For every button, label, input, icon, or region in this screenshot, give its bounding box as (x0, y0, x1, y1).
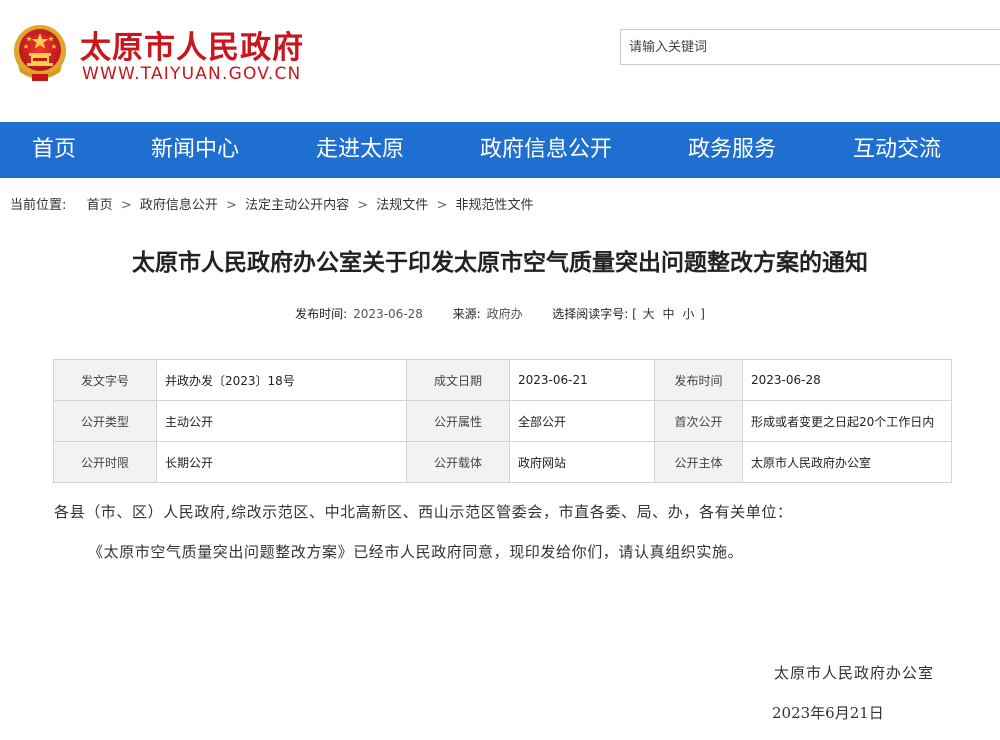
site-header: 太原市人民政府 WWW.TAIYUAN.GOV.CN (0, 0, 1000, 122)
search-input[interactable] (629, 30, 989, 64)
info-value-disclosure-attr: 全部公开 (509, 400, 655, 442)
breadcrumb-separator: > (357, 198, 369, 213)
national-emblem-icon (14, 25, 66, 81)
search-box (620, 29, 1000, 65)
info-label-disclosure-attr: 公开属性 (406, 400, 510, 442)
source-value: 政府办 (486, 307, 523, 321)
info-label-disclosure-period: 公开时限 (53, 441, 157, 483)
font-size-bracket-close: ] (700, 307, 705, 321)
info-label-doc-number: 发文字号 (53, 359, 157, 401)
breadcrumb-item-gov-info[interactable]: 政府信息公开 (140, 198, 218, 213)
site-domain[interactable]: WWW.TAIYUAN.GOV.CN (82, 64, 301, 84)
info-value-first-disclosure: 形成或者变更之日起20个工作日内 (742, 400, 952, 442)
article-title: 太原市人民政府办公室关于印发太原市空气质量突出问题整改方案的通知 (132, 250, 868, 276)
info-label-written-date: 成文日期 (406, 359, 510, 401)
table-row: 公开类型 主动公开 公开属性 全部公开 首次公开 形成或者变更之日起20个工作日… (53, 400, 952, 442)
breadcrumb-item-non-normative[interactable]: 非规范性文件 (455, 198, 533, 213)
font-size-medium-button[interactable]: 中 (663, 307, 675, 321)
font-size-small-button[interactable]: 小 (682, 307, 694, 321)
info-value-disclosure-type: 主动公开 (156, 400, 407, 442)
source-label: 来源: (452, 307, 481, 321)
info-label-first-disclosure: 首次公开 (654, 400, 743, 442)
article-date: 2023年6月21日 (772, 704, 884, 722)
main-nav: 首页 新闻中心 走进太原 政府信息公开 政务服务 互动交流 (0, 122, 1000, 178)
font-size-label: 选择阅读字号: (552, 307, 629, 321)
breadcrumb-item-statutory[interactable]: 法定主动公开内容 (245, 198, 349, 213)
nav-item-home[interactable]: 首页 (32, 122, 76, 178)
breadcrumb-item-regulations[interactable]: 法规文件 (376, 198, 428, 213)
breadcrumb-separator: > (226, 198, 237, 213)
nav-item-interaction[interactable]: 互动交流 (853, 122, 941, 178)
table-row: 公开时限 长期公开 公开载体 政府网站 公开主体 太原市人民政府办公室 (53, 441, 952, 483)
info-value-publish-date: 2023-06-28 (742, 359, 952, 401)
article-paragraph: 《太原市空气质量突出问题整改方案》已经市人民政府同意，现印发给你们，请认真组织实… (88, 543, 744, 561)
article-salutation: 各县（市、区）人民政府,综改示范区、中北高新区、西山示范区管委会，市直各委、局、… (54, 503, 793, 521)
nav-item-services[interactable]: 政务服务 (688, 122, 776, 178)
document-info-table: 发文字号 并政办发〔2023〕18号 成文日期 2023-06-21 发布时间 … (53, 359, 952, 483)
info-label-disclosure-carrier: 公开载体 (406, 441, 510, 483)
info-label-disclosure-type: 公开类型 (53, 400, 157, 442)
table-row: 发文字号 并政办发〔2023〕18号 成文日期 2023-06-21 发布时间 … (53, 359, 952, 401)
nav-item-news[interactable]: 新闻中心 (151, 122, 239, 178)
breadcrumb-separator: > (436, 198, 448, 213)
info-label-publish-date: 发布时间 (654, 359, 743, 401)
info-label-disclosure-subject: 公开主体 (654, 441, 743, 483)
publish-time-label: 发布时间: (295, 307, 348, 321)
publish-time-value: 2023-06-28 (353, 307, 423, 321)
site-title[interactable]: 太原市人民政府 (80, 22, 304, 67)
nav-item-gov-info[interactable]: 政府信息公开 (480, 122, 612, 178)
font-size-bracket-open: [ (632, 307, 637, 321)
font-size-large-button[interactable]: 大 (643, 307, 655, 321)
breadcrumb-item-home[interactable]: 首页 (87, 198, 113, 213)
info-value-disclosure-subject: 太原市人民政府办公室 (742, 441, 952, 483)
info-value-written-date: 2023-06-21 (509, 359, 655, 401)
info-value-disclosure-carrier: 政府网站 (509, 441, 655, 483)
article-signature: 太原市人民政府办公室 (774, 664, 935, 682)
nav-item-about[interactable]: 走进太原 (316, 122, 404, 178)
breadcrumb-separator: > (120, 198, 132, 213)
info-value-doc-number: 并政办发〔2023〕18号 (156, 359, 407, 401)
breadcrumb: 当前位置: 首页 > 政府信息公开 > 法定主动公开内容 > 法规文件 > 非规… (10, 194, 534, 213)
info-value-disclosure-period: 长期公开 (156, 441, 407, 483)
article-meta: 发布时间: 2023-06-28 来源: 政府办 选择阅读字号: [ 大 中 小 ] (0, 305, 1000, 322)
breadcrumb-label: 当前位置: (10, 198, 67, 213)
